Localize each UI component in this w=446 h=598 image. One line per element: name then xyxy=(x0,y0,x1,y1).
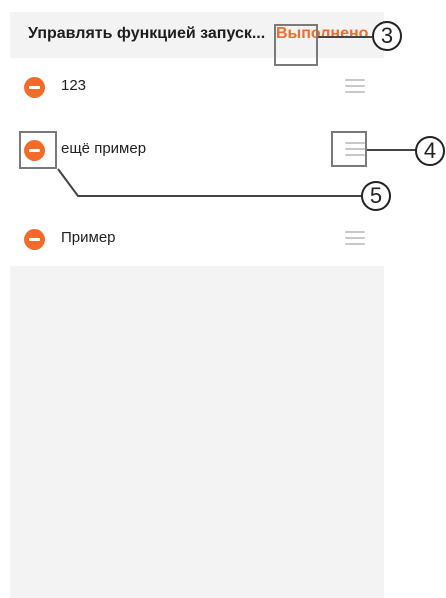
callout-3: 3 xyxy=(372,21,402,51)
remove-icon-highlight xyxy=(19,131,57,169)
annotation-lines xyxy=(57,36,416,197)
callout-4: 4 xyxy=(415,136,445,166)
callout-5: 5 xyxy=(361,181,391,211)
done-button-highlight xyxy=(274,24,318,66)
drag-handle-highlight xyxy=(331,131,367,167)
